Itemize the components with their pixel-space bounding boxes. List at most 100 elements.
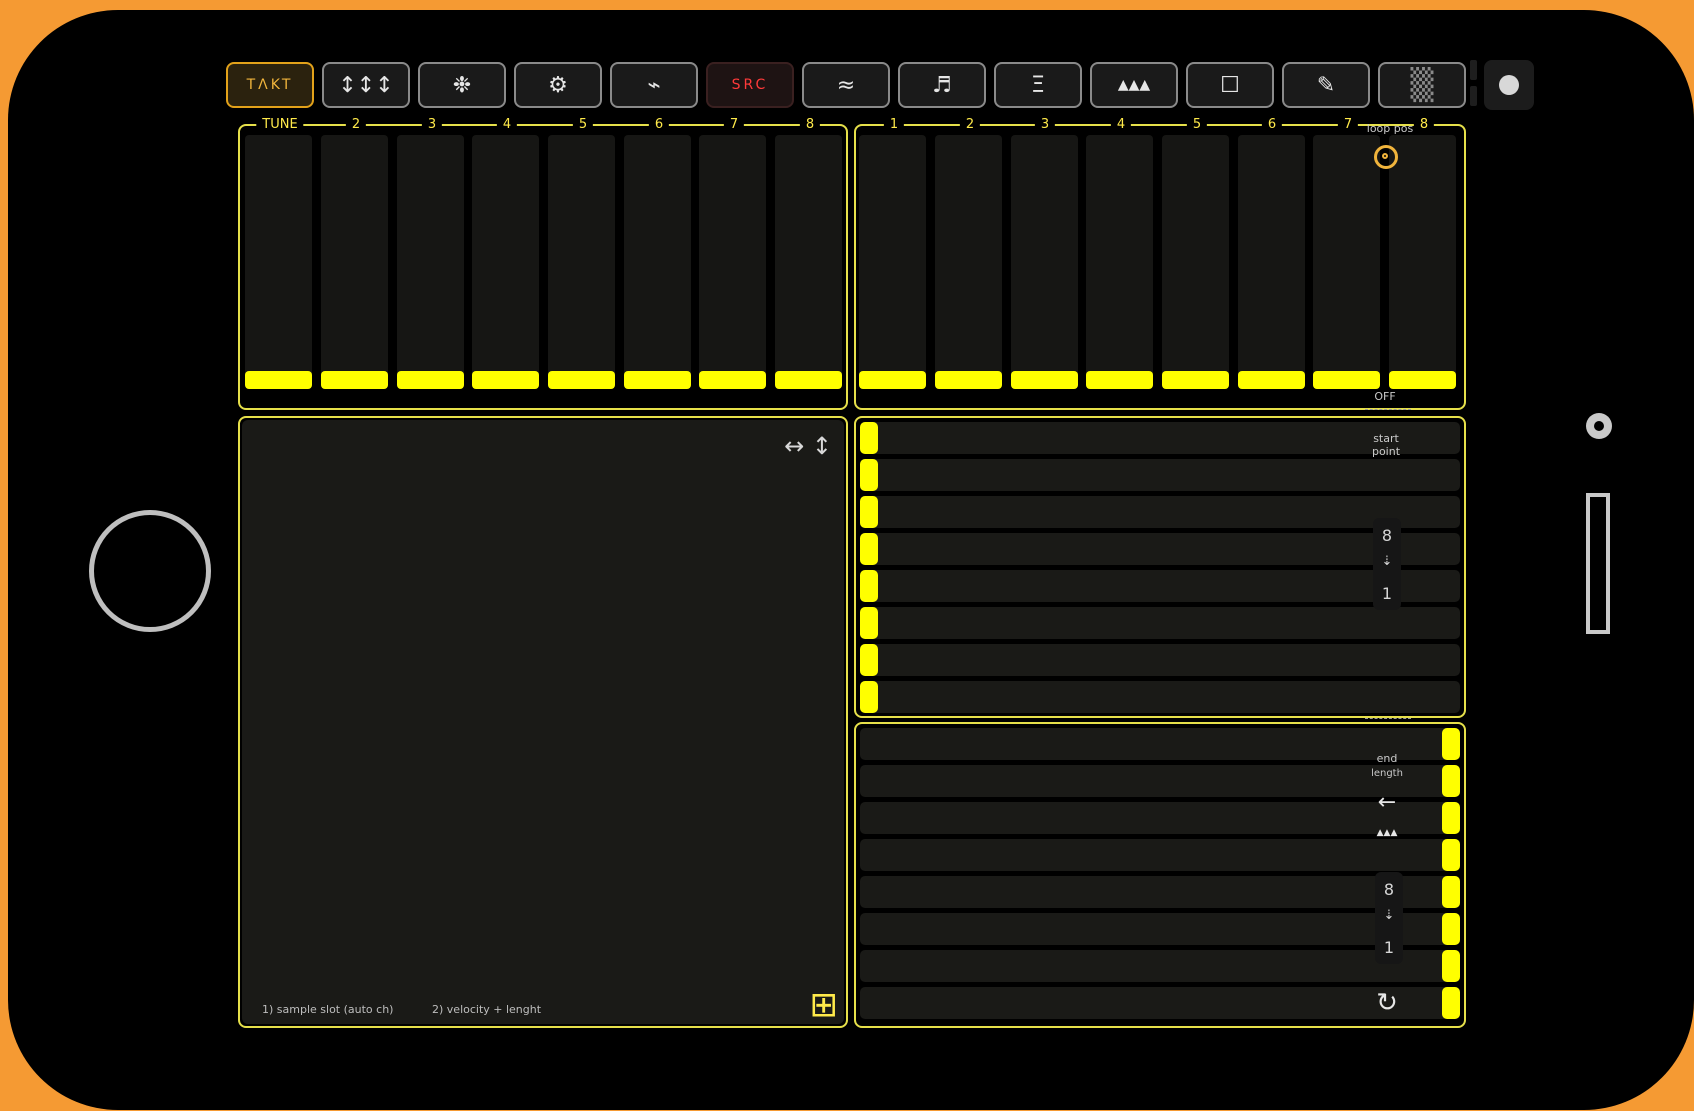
fader[interactable]	[775, 135, 842, 389]
start-row[interactable]	[860, 533, 1460, 565]
start-row[interactable]	[860, 644, 1460, 676]
lightning-icon: ⌁	[647, 72, 661, 98]
xy-pad-panel: ↔ ↕ 1) sample slot (auto ch) 2) velocity…	[238, 416, 848, 1028]
fader[interactable]	[699, 135, 766, 389]
fader[interactable]	[245, 135, 312, 389]
fader-knob[interactable]	[1086, 371, 1153, 389]
row-knob[interactable]	[860, 570, 878, 602]
fader-knob[interactable]	[1162, 371, 1229, 389]
fader[interactable]	[472, 135, 539, 389]
row-knob[interactable]	[860, 533, 878, 565]
loop-pos-target-icon[interactable]	[1374, 145, 1398, 169]
wave-button[interactable]: ≈	[802, 62, 890, 108]
fader-knob[interactable]	[245, 371, 312, 389]
side-slot	[1586, 493, 1610, 634]
row-knob[interactable]	[1442, 987, 1460, 1019]
square-icon: ☐	[1220, 72, 1240, 98]
length-label: length	[1371, 768, 1403, 779]
home-button[interactable]	[89, 510, 211, 632]
row-knob[interactable]	[860, 644, 878, 676]
row-knob[interactable]	[860, 681, 878, 713]
divider	[1365, 409, 1411, 410]
fader-knob[interactable]	[472, 371, 539, 389]
fader-knob[interactable]	[548, 371, 615, 389]
fader[interactable]	[1389, 135, 1456, 389]
menu-button[interactable]: Ξ	[994, 62, 1082, 108]
fader-knob[interactable]	[624, 371, 691, 389]
row-knob[interactable]	[1442, 876, 1460, 908]
row-knob[interactable]	[1442, 913, 1460, 945]
fader[interactable]	[1162, 135, 1229, 389]
stepper-arrow-icon: ⇣	[1383, 908, 1395, 923]
fader[interactable]	[321, 135, 388, 389]
start-row[interactable]	[860, 570, 1460, 602]
stepper-min: 1	[1383, 938, 1395, 957]
row-knob[interactable]	[860, 496, 878, 528]
row-knob[interactable]	[860, 607, 878, 639]
fader[interactable]	[1313, 135, 1380, 389]
fader-knob[interactable]	[1313, 371, 1380, 389]
src-button[interactable]: SRC	[706, 62, 794, 108]
fader-label: 1	[883, 116, 905, 134]
square-button[interactable]: ☐	[1186, 62, 1274, 108]
fader[interactable]	[859, 135, 926, 389]
fader-knob[interactable]	[1238, 371, 1305, 389]
row-knob[interactable]	[860, 422, 878, 454]
fader[interactable]	[624, 135, 691, 389]
fader-knob[interactable]	[1011, 371, 1078, 389]
start-row[interactable]	[860, 496, 1460, 528]
row-knob[interactable]	[1442, 839, 1460, 871]
fader-knob[interactable]	[775, 371, 842, 389]
xy-pad[interactable]	[242, 420, 844, 1024]
triangles-button[interactable]: ▲▲▲	[1090, 62, 1178, 108]
texture-button[interactable]: ▒	[1378, 62, 1466, 108]
record-button[interactable]	[1484, 60, 1534, 110]
pitch-arrows-button[interactable]: ↕↕↕	[322, 62, 410, 108]
record-dot-icon	[1499, 75, 1519, 95]
fader[interactable]	[397, 135, 464, 389]
fader[interactable]	[935, 135, 1002, 389]
end-row[interactable]	[860, 839, 1460, 871]
end-row[interactable]	[860, 913, 1460, 945]
fader[interactable]	[548, 135, 615, 389]
fader[interactable]	[1011, 135, 1078, 389]
fader-label: 7	[1337, 116, 1359, 134]
fader[interactable]	[1086, 135, 1153, 389]
row-knob[interactable]	[1442, 728, 1460, 760]
fader-label: 7	[723, 116, 745, 134]
fader-knob[interactable]	[321, 371, 388, 389]
flower-button[interactable]: ❉	[418, 62, 506, 108]
loop-icon[interactable]: ↻	[1363, 988, 1411, 1018]
start-row[interactable]	[860, 607, 1460, 639]
off-label: OFF	[1374, 390, 1396, 403]
lightning-button[interactable]: ⌁	[610, 62, 698, 108]
grid-icon[interactable]: ⊞	[810, 988, 839, 1022]
start-stepper[interactable]: 8 ⇣ 1	[1373, 518, 1401, 610]
left-arrow-icon[interactable]: ←	[1363, 790, 1411, 815]
fader[interactable]	[1238, 135, 1305, 389]
row-knob[interactable]	[1442, 802, 1460, 834]
row-knob[interactable]	[860, 459, 878, 491]
fader-knob[interactable]	[1389, 371, 1456, 389]
end-row[interactable]	[860, 876, 1460, 908]
fader-knob[interactable]	[699, 371, 766, 389]
pencil-button[interactable]: ✎	[1282, 62, 1370, 108]
mini-toggle-top[interactable]	[1470, 60, 1477, 80]
start-point-label: start point	[1371, 432, 1401, 458]
end-row[interactable]	[860, 950, 1460, 982]
notes-button[interactable]: ♬	[898, 62, 986, 108]
stepper-min: 1	[1381, 584, 1393, 603]
start-row[interactable]	[860, 459, 1460, 491]
start-row[interactable]	[860, 681, 1460, 713]
mini-toggle-bottom[interactable]	[1470, 86, 1477, 106]
triangles-icon[interactable]: ▲▲▲	[1363, 828, 1411, 838]
settings-button[interactable]: ⚙	[514, 62, 602, 108]
fader-knob[interactable]	[397, 371, 464, 389]
music-note-icon: ♬	[932, 72, 952, 98]
row-knob[interactable]	[1442, 950, 1460, 982]
takt-button[interactable]: TΛKT	[226, 62, 314, 108]
row-knob[interactable]	[1442, 765, 1460, 797]
end-stepper[interactable]: 8 ⇣ 1	[1375, 872, 1403, 964]
fader-knob[interactable]	[859, 371, 926, 389]
fader-knob[interactable]	[935, 371, 1002, 389]
